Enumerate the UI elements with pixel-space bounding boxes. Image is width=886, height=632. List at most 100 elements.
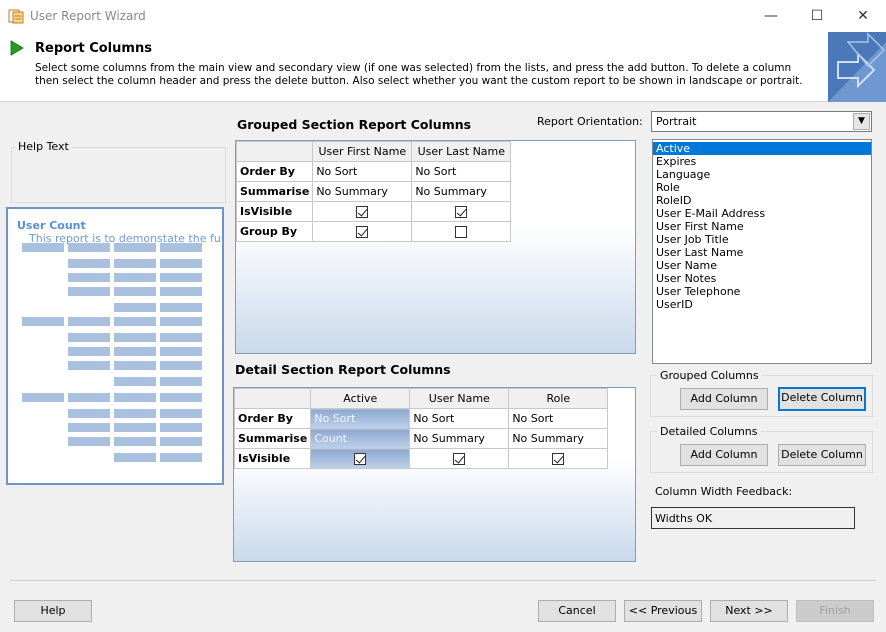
preview-bar <box>160 317 202 326</box>
grouped-add-column-button[interactable]: Add Column <box>680 388 768 410</box>
preview-bar <box>160 333 202 342</box>
grouped-summarise-cell[interactable]: No Summary <box>411 181 512 202</box>
detail-table: Active User Name Role Order By No Sort N… <box>233 388 609 469</box>
column-list-item[interactable]: User First Name <box>653 220 871 233</box>
detail-col-header[interactable]: Role <box>508 388 609 409</box>
preview-bar <box>160 259 202 268</box>
detail-isvisible-cell <box>310 448 411 469</box>
detail-order-by-cell[interactable]: No Sort <box>508 408 609 429</box>
preview-bar <box>160 423 202 432</box>
preview-bar <box>68 409 110 418</box>
preview-bar <box>114 259 156 268</box>
checkbox[interactable] <box>356 206 369 218</box>
wizard-header: Report Columns Select some columns from … <box>0 32 886 102</box>
column-list-item[interactable]: Role <box>653 181 871 194</box>
detail-summarise-cell[interactable]: No Summary <box>508 428 609 449</box>
checkbox[interactable] <box>552 453 565 465</box>
cancel-button[interactable]: Cancel <box>538 600 616 622</box>
column-list-item[interactable]: User Name <box>653 259 871 272</box>
preview-bar <box>160 437 202 446</box>
grouped-col-header[interactable]: User Last Name <box>411 141 512 162</box>
preview-bar <box>114 437 156 446</box>
page-title: Report Columns <box>35 41 152 56</box>
column-list-item[interactable]: User Telephone <box>653 285 871 298</box>
column-list-item[interactable]: Expires <box>653 155 871 168</box>
chevron-down-icon[interactable]: ▼ <box>853 113 870 130</box>
column-list-item[interactable]: User Last Name <box>653 246 871 259</box>
help-button[interactable]: Help <box>14 600 92 622</box>
detailed-delete-column-button[interactable]: Delete Column <box>778 444 866 466</box>
previous-button[interactable]: << Previous <box>624 600 702 622</box>
preview-bar <box>68 317 110 326</box>
play-icon <box>10 40 24 56</box>
preview-bar <box>114 377 156 386</box>
checkbox[interactable] <box>455 226 468 238</box>
detail-col-header[interactable]: Active <box>310 388 411 409</box>
preview-title: User Count <box>17 219 86 232</box>
preview-bar <box>160 453 202 462</box>
row-label-summarise: Summarise <box>233 428 312 449</box>
row-label-order-by: Order By <box>233 408 312 429</box>
column-list-items: Active Expires Language Role RoleID User E-Ma… <box>653 140 871 311</box>
width-feedback-field: Widths OK <box>651 507 855 529</box>
preview-bar <box>68 333 110 342</box>
preview-bar <box>160 409 202 418</box>
grouped-delete-column-button[interactable]: Delete Column <box>778 387 866 411</box>
detail-summarise-cell[interactable]: Count <box>310 428 411 449</box>
column-list-item[interactable]: UserID <box>653 298 871 311</box>
preview-bar <box>160 287 202 296</box>
grouped-isvisible-cell <box>312 201 413 222</box>
minimize-button[interactable]: — <box>748 0 794 32</box>
width-feedback-label: Column Width Feedback: <box>655 485 793 498</box>
checkbox[interactable] <box>455 206 468 218</box>
finish-button[interactable]: Finish <box>796 600 874 622</box>
orientation-select[interactable]: Portrait ▼ <box>651 111 872 132</box>
preview-bar <box>160 377 202 386</box>
preview-bar <box>68 347 110 356</box>
help-text-box <box>11 147 226 203</box>
preview-bar <box>68 273 110 282</box>
grouped-summarise-cell[interactable]: No Summary <box>312 181 413 202</box>
checkbox[interactable] <box>354 453 367 465</box>
detailed-columns-label: Detailed Columns <box>657 425 761 438</box>
close-button[interactable]: ✕ <box>840 0 886 32</box>
preview-bar <box>22 393 64 402</box>
column-list-item[interactable]: RoleID <box>653 194 871 207</box>
column-list-item[interactable]: Active <box>653 142 871 155</box>
grouped-section-title: Grouped Section Report Columns <box>237 117 472 132</box>
column-list[interactable]: Active Expires Language Role RoleID User E-Ma… <box>652 139 872 364</box>
checkbox[interactable] <box>356 226 369 238</box>
wizard-app-icon <box>8 9 24 24</box>
maximize-button[interactable]: ☐ <box>794 0 840 32</box>
grouped-table: User First Name User Last Name Order By … <box>235 141 512 242</box>
grouped-order-by-cell[interactable]: No Sort <box>411 161 512 182</box>
preview-bar <box>68 259 110 268</box>
detailed-add-column-button[interactable]: Add Column <box>680 444 768 466</box>
preview-bar <box>160 347 202 356</box>
detail-col-header[interactable]: User Name <box>409 388 510 409</box>
preview-bar <box>68 361 110 370</box>
detail-order-by-cell[interactable]: No Sort <box>310 408 411 429</box>
detail-corner <box>233 388 312 409</box>
preview-bar <box>114 347 156 356</box>
checkbox[interactable] <box>453 453 466 465</box>
detail-order-by-cell[interactable]: No Sort <box>409 408 510 429</box>
column-list-item[interactable]: User Notes <box>653 272 871 285</box>
grouped-col-header[interactable]: User First Name <box>312 141 413 162</box>
preview-bar <box>160 243 202 252</box>
next-button[interactable]: Next >> <box>710 600 788 622</box>
grouped-order-by-cell[interactable]: No Sort <box>312 161 413 182</box>
preview-bar <box>114 409 156 418</box>
preview-bar <box>160 273 202 282</box>
detail-section-title: Detail Section Report Columns <box>235 362 451 377</box>
preview-bar <box>114 333 156 342</box>
column-list-item[interactable]: Language <box>653 168 871 181</box>
column-list-item[interactable]: User E-Mail Address <box>653 207 871 220</box>
detail-grid: Active User Name Role Order By No Sort N… <box>233 387 636 562</box>
row-label-order-by: Order By <box>235 161 314 182</box>
detail-summarise-cell[interactable]: No Summary <box>409 428 510 449</box>
column-list-item[interactable]: User Job Title <box>653 233 871 246</box>
preview-bar <box>114 361 156 370</box>
preview-bar <box>114 317 156 326</box>
grouped-groupby-cell <box>411 221 512 242</box>
